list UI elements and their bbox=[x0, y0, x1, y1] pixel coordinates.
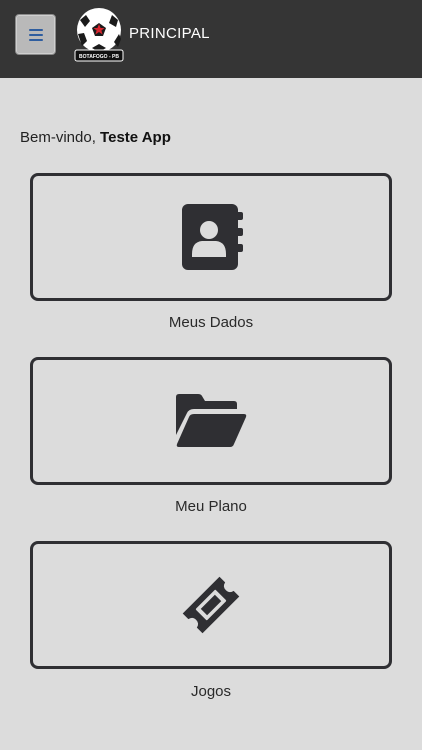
club-logo: BOTAFOGO - PB bbox=[74, 8, 124, 62]
card-meu-plano[interactable] bbox=[30, 357, 392, 485]
card-label-meus-dados[interactable]: Meus Dados bbox=[0, 314, 422, 331]
app-screen: BOTAFOGO - PB PRINCIPAL Bem-vindo, Teste… bbox=[0, 0, 422, 750]
card-label-jogos[interactable]: Jogos bbox=[0, 683, 422, 700]
page-title: PRINCIPAL bbox=[129, 25, 210, 42]
menu-button[interactable] bbox=[15, 14, 56, 55]
ticket-icon bbox=[182, 576, 240, 634]
welcome-user-name: Teste App bbox=[100, 129, 171, 146]
card-jogos[interactable] bbox=[30, 541, 392, 669]
welcome-message: Bem-vindo, Teste App bbox=[20, 129, 171, 146]
welcome-greeting: Bem-vindo, bbox=[20, 129, 96, 146]
folder-open-icon bbox=[176, 394, 247, 447]
top-bar: BOTAFOGO - PB PRINCIPAL bbox=[0, 0, 422, 78]
address-book-icon bbox=[182, 204, 243, 270]
hamburger-menu-icon bbox=[29, 29, 43, 41]
card-label-meu-plano[interactable]: Meu Plano bbox=[0, 498, 422, 515]
logo-caption: BOTAFOGO - PB bbox=[79, 54, 119, 60]
card-meus-dados[interactable] bbox=[30, 173, 392, 301]
